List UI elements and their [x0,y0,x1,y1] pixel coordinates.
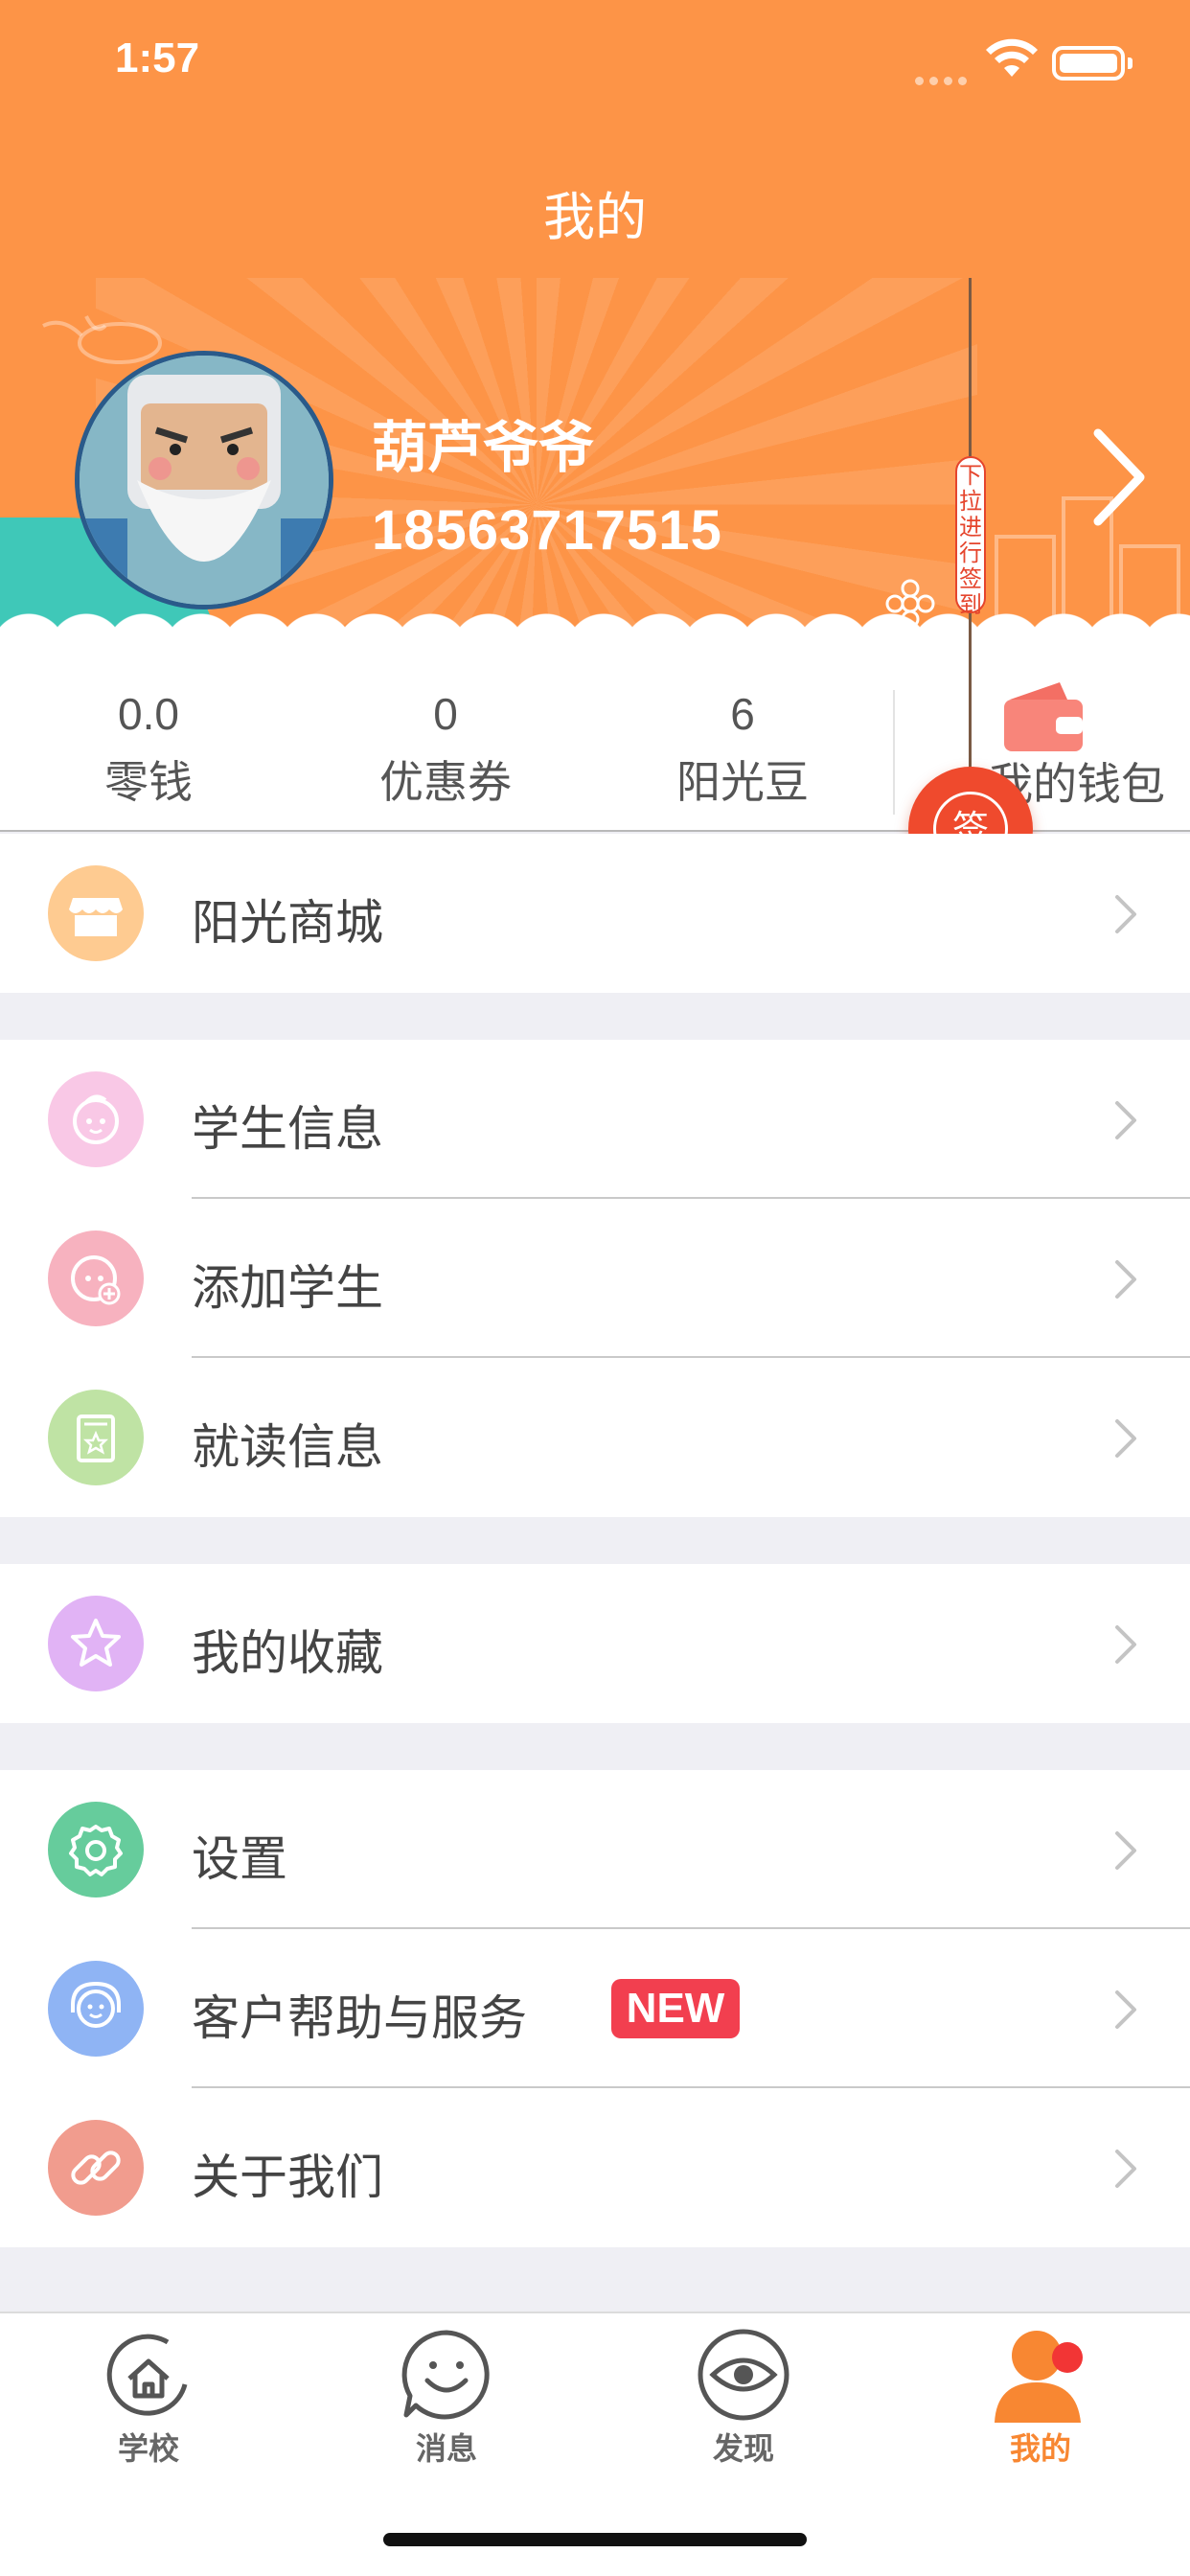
pull-to-sign-in-tag: 下拉进行签到 [955,456,986,618]
chevron-right-icon [1115,2150,1136,2188]
new-badge: NEW [611,1979,740,2038]
bird-decoration-icon [42,315,162,364]
menu-label: 学生信息 [192,1101,383,1157]
stat-value: 6 [730,689,755,739]
status-time: 1:57 [115,34,200,81]
menu-item-favorites[interactable]: 我的收藏 [0,1564,1190,1723]
tab-label: 消息 [415,2430,477,2467]
tab-mine[interactable]: 我的 [945,2327,1136,2469]
menu-item-shop[interactable]: 阳光商城 [0,834,1190,993]
menu-label: 关于我们 [192,2150,383,2205]
wallet-icon [1004,682,1083,751]
home-indicator [383,2533,807,2546]
chevron-right-icon [1115,1419,1136,1458]
profile-name: 葫芦爷爷 [372,415,595,480]
chevron-right-icon [1115,1625,1136,1664]
menu-group-settings: 设置 客户帮助与服务 NEW 关于我们 [0,1770,1190,2247]
tab-label: 发现 [712,2430,774,2467]
menu-item-support[interactable]: 客户帮助与服务 NEW [0,1929,1190,2088]
menu-label: 我的收藏 [192,1625,383,1681]
link-icon [48,2120,144,2216]
profile-phone: 18563717515 [372,499,722,562]
school-home-icon [106,2334,188,2416]
stat-value: 0.0 [118,689,179,739]
stat-value: 0 [433,689,458,739]
avatar[interactable] [75,351,333,610]
person-icon [995,2331,1083,2423]
tab-label: 学校 [117,2430,179,2467]
divider [893,690,895,815]
status-bar: 1:57 [0,0,1190,126]
stat-change[interactable]: 0.0 零钱 [24,688,273,811]
child-face-icon [48,1071,144,1167]
avatar-image [80,356,329,605]
page-title: 我的 [543,187,647,247]
tab-messages[interactable]: 消息 [351,2327,542,2469]
menu-item-add-student[interactable]: 添加学生 [0,1199,1190,1358]
menu-group-shop: 阳光商城 [0,834,1190,993]
star-icon [48,1596,144,1691]
chevron-right-icon [1115,1260,1136,1299]
stat-label: 优惠券 [379,756,512,808]
eye-icon [698,2329,790,2421]
stat-label: 阳光豆 [676,756,809,808]
menu-item-about[interactable]: 关于我们 [0,2088,1190,2247]
menu-group-student: 学生信息 添加学生 就读信息 [0,1040,1190,1517]
stat-sunshine-beans[interactable]: 6 阳光豆 [618,688,867,811]
chevron-right-icon [1115,1831,1136,1870]
menu-group-favorites: 我的收藏 [0,1564,1190,1723]
tab-school[interactable]: 学校 [53,2327,244,2469]
add-child-icon [48,1230,144,1326]
chevron-right-icon [1115,1101,1136,1139]
wifi-icon [986,38,1038,77]
menu-label: 阳光商城 [192,895,383,951]
tab-label: 我的 [1009,2430,1071,2467]
stat-coupons[interactable]: 0 优惠券 [321,688,570,811]
chevron-right-icon[interactable] [1090,427,1148,527]
menu-label: 添加学生 [192,1260,383,1316]
stat-label: 零钱 [104,756,193,808]
battery-icon [1052,46,1133,80]
buildings-decoration-icon [995,496,1180,632]
menu-item-settings[interactable]: 设置 [0,1770,1190,1929]
certificate-icon [48,1390,144,1485]
profile-header: 1:57 我的 葫芦爷爷 18563717515 [0,0,1190,671]
chevron-right-icon [1115,1990,1136,2029]
menu-label: 就读信息 [192,1419,383,1475]
store-icon [48,865,144,961]
smile-chat-icon [401,2330,490,2420]
gear-icon [48,1802,144,1898]
headset-icon [48,1961,144,2057]
menu-item-enrollment[interactable]: 就读信息 [0,1358,1190,1517]
tab-discover[interactable]: 发现 [648,2327,839,2469]
menu-item-student-info[interactable]: 学生信息 [0,1040,1190,1199]
menu-label: 客户帮助与服务 [192,1990,527,2046]
signal-icon [915,71,973,89]
menu-label: 设置 [192,1831,287,1887]
chevron-right-icon [1115,895,1136,933]
